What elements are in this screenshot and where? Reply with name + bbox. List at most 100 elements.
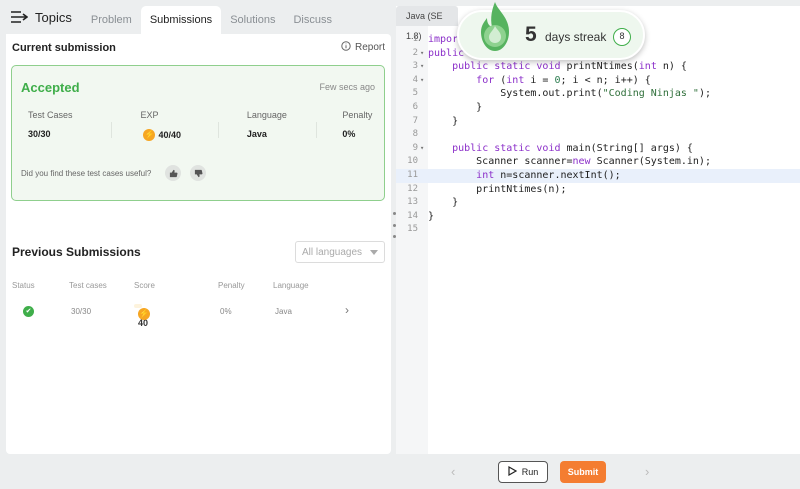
line-number: 2 [412, 47, 418, 58]
result-card: Accepted Few secs ago Test Cases 30/30 E… [11, 65, 385, 201]
fold-chevron-icon[interactable]: ▾ [420, 60, 424, 74]
stat-divider [111, 122, 113, 138]
code-text: public static void main(String[] args) { [452, 142, 693, 154]
tab-problem[interactable]: Problem [82, 6, 141, 34]
code-line[interactable]: 13 } [396, 196, 800, 210]
stat-value: 0% [342, 129, 356, 139]
code-line[interactable]: 3 ▾ public static void printNtimes(int n)… [396, 60, 800, 74]
stat-divider [217, 122, 219, 138]
code-line[interactable]: 7 } [396, 115, 800, 129]
code-text: public static void printNtimes(int n) { [452, 61, 687, 73]
tab-solutions[interactable]: Solutions [221, 6, 284, 34]
line-number: 8 [412, 129, 418, 140]
submission-time: Few secs ago [319, 82, 375, 92]
stat-test-cases: Test Cases 30/30 [12, 110, 111, 141]
submit-button[interactable]: Submit [560, 461, 606, 483]
current-submission-header: Current submission Report [12, 41, 385, 54]
row-score: + 40 ⚡ [134, 304, 150, 328]
code-line[interactable]: 4 ▾ for (int i = 0; i < n; i++) { [396, 74, 800, 88]
code-text: System.out.print("Coding Ninjas "); [428, 88, 711, 100]
code-text: } [428, 101, 483, 113]
row-penalty: 0% [220, 307, 232, 316]
code-editor[interactable]: Java (SE 1.8) 1import java.util.Scanner;… [396, 6, 800, 454]
row-test-cases: 30/30 [71, 307, 92, 316]
col-test-cases: Test cases [69, 281, 107, 290]
line-number: 13 [407, 197, 418, 208]
line-number: 10 [407, 156, 418, 167]
chevron-down-icon [370, 247, 378, 258]
thumbs-down-icon[interactable] [190, 165, 207, 181]
chevron-right-icon[interactable]: › [345, 303, 349, 317]
code-text: } [428, 197, 459, 209]
language-filter-placeholder: All languages [302, 246, 363, 258]
current-submission-title: Current submission [12, 41, 116, 54]
code-line[interactable]: 6 } [396, 101, 800, 115]
check-icon: ✔ [23, 306, 34, 317]
line-number: 6 [412, 101, 418, 112]
col-score: Score [134, 281, 155, 290]
prev-problem-arrow-icon[interactable]: ‹ [451, 464, 455, 479]
code-line[interactable]: 15 [396, 223, 800, 237]
stat-label: Penalty [342, 110, 373, 120]
streak-label: days streak [545, 30, 607, 44]
language-tab[interactable]: Java (SE 1.8) [396, 6, 458, 41]
code-text: for (int i = 0; i < n; i++) { [476, 74, 651, 86]
stat-divider [316, 122, 318, 138]
fold-chevron-icon[interactable]: ▾ [420, 142, 424, 156]
code-line[interactable]: 11 int n=scanner.nextInt(); [396, 168, 800, 183]
thumbs-up-icon[interactable] [165, 165, 182, 181]
code-text: } [428, 115, 459, 127]
stat-value: 30/30 [28, 129, 51, 139]
tab-submissions[interactable]: Submissions [140, 6, 222, 34]
play-icon [508, 465, 517, 478]
table-header: Status Test cases Score Penalty Language [12, 281, 385, 293]
feedback-question: Did you find these test cases useful? [21, 168, 152, 178]
info-icon [341, 41, 351, 54]
code-text: int n=scanner.nextInt(); [476, 169, 621, 181]
line-number: 12 [407, 183, 418, 194]
language-filter-select[interactable]: All languages [295, 241, 385, 263]
col-language: Language [273, 281, 309, 290]
streak-popup: 5 days streak 8 [457, 2, 645, 60]
line-number: 7 [412, 115, 418, 126]
line-number: 3 [412, 61, 418, 72]
code-area[interactable]: 1import java.util.Scanner;2▾public class… [396, 33, 800, 237]
fold-chevron-icon[interactable]: ▾ [420, 74, 424, 88]
stat-label: Test Cases [28, 110, 73, 120]
line-number: 1 [412, 34, 418, 44]
report-button[interactable]: Report [341, 41, 385, 54]
tab-discuss[interactable]: Discuss [284, 6, 341, 34]
previous-submissions-title: Previous Submissions [12, 245, 141, 259]
top-nav: Topics Problem Submissions Solutions Dis… [0, 0, 395, 34]
stat-language: Language Java [217, 110, 316, 141]
code-line[interactable]: 8 [396, 128, 800, 142]
code-line[interactable]: 9 ▾ public static void main(String[] args… [396, 142, 800, 156]
streak-count: 5 [525, 23, 537, 46]
stat-value: ⚡ 40/40 [127, 129, 217, 141]
stat-label: EXP [140, 110, 159, 120]
row-language: Java [275, 307, 292, 316]
next-problem-arrow-icon[interactable]: › [645, 464, 649, 479]
code-text: printNtimes(n); [428, 183, 567, 195]
fold-chevron-icon[interactable]: ▾ [420, 47, 424, 61]
flame-icon [473, 0, 517, 63]
run-label: Run [521, 467, 539, 477]
code-line[interactable]: 10 Scanner scanner=new Scanner(System.in… [396, 155, 800, 169]
stat-label: Language [246, 110, 287, 120]
submissions-panel: Current submission Report Accepted Few s… [6, 34, 391, 454]
code-line[interactable]: 14} [396, 210, 800, 224]
table-row[interactable]: ✔ 30/30 + 40 ⚡ 0% Java › [12, 303, 385, 328]
lightning-icon: ⚡ [143, 129, 156, 141]
code-text: } [428, 210, 435, 222]
topics-button[interactable]: Topics [0, 0, 82, 34]
lightning-icon: ⚡ [138, 308, 150, 320]
code-line[interactable]: 5 System.out.print("Coding Ninjas "); [396, 87, 800, 101]
line-number: 9 [412, 142, 418, 153]
code-line[interactable]: 12 printNtimes(n); [396, 183, 800, 197]
run-button[interactable]: Run [498, 461, 548, 483]
line-number: 11 [407, 169, 418, 180]
line-number: 15 [407, 224, 418, 235]
code-text: Scanner scanner=new Scanner(System.in); [428, 156, 711, 168]
stat-value: Java [246, 129, 267, 139]
col-penalty: Penalty [218, 281, 245, 290]
